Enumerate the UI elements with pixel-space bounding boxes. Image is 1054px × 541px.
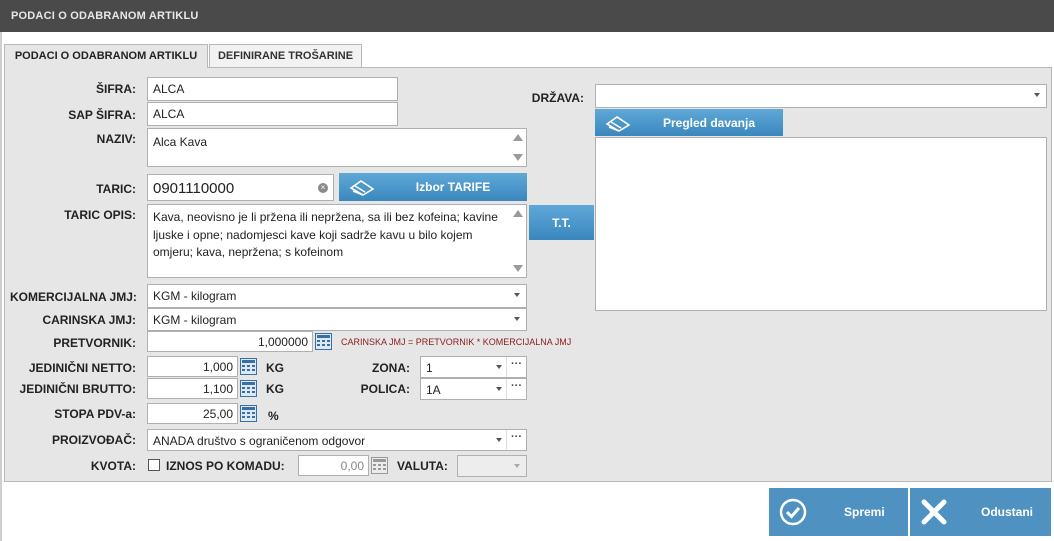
calculator-icon[interactable] <box>240 405 257 422</box>
chevron-down-icon[interactable] <box>514 293 520 297</box>
sap-sifra-label: SAP ŠIFRA: <box>68 108 136 122</box>
iznos-po-komadu-field[interactable]: 0,00 <box>298 455 369 476</box>
pregled-davanja-button[interactable]: Pregled davanja <box>595 109 783 136</box>
polica-select[interactable]: 1A ··· <box>420 378 527 400</box>
stopa-pdv-field[interactable]: 25,00 <box>147 403 238 424</box>
pdv-unit: % <box>268 409 279 423</box>
taric-field[interactable]: 0901110000 × <box>147 174 334 201</box>
zona-select[interactable]: 1 ··· <box>420 356 527 378</box>
proizvodac-more-button[interactable]: ··· <box>506 430 526 450</box>
valuta-label: VALUTA: <box>397 459 448 473</box>
taric-opis-label: TARIC OPIS: <box>64 208 136 222</box>
carinska-jmj-value: KGM - kilogram <box>153 313 237 327</box>
scroll-down-icon[interactable] <box>513 265 523 272</box>
naziv-value: Alca Kava <box>153 135 208 149</box>
close-icon <box>921 499 947 525</box>
netto-unit: KG <box>266 361 284 375</box>
chevron-down-icon[interactable] <box>514 317 520 321</box>
calculator-icon[interactable] <box>371 457 388 474</box>
calculator-icon[interactable] <box>240 358 257 375</box>
scroll-up-icon[interactable] <box>513 210 523 217</box>
valuta-select[interactable] <box>457 455 527 477</box>
proizvodac-label: PROIZVOĐAČ: <box>52 433 136 447</box>
jedinicni-brutto-label: JEDINIČNI BRUTTO: <box>19 382 136 396</box>
kvota-checkbox[interactable] <box>148 459 160 471</box>
carinska-jmj-label: CARINSKA JMJ: <box>42 313 136 327</box>
brutto-unit: KG <box>266 382 284 396</box>
left-edge <box>0 32 2 541</box>
save-button[interactable]: Spremi <box>769 488 908 536</box>
chevron-down-icon[interactable] <box>1034 93 1040 97</box>
cancel-label: Odustani <box>981 505 1034 519</box>
pretvornik-label: PRETVORNIK: <box>53 336 136 350</box>
tt-button[interactable]: T.T. <box>529 205 594 240</box>
proizvodac-value: ANADA društvo s ograničenom odgovor <box>153 434 366 448</box>
izbor-tarife-button[interactable]: Izbor TARIFE <box>339 173 527 201</box>
taric-opis-textarea[interactable]: Kava, neovisno je li pržena ili nepržena… <box>147 204 527 278</box>
pretvornik-formula-note: CARINSKA JMJ = PRETVORNIK * KOMERCIJALNA… <box>341 337 572 347</box>
jedinicni-netto-field[interactable]: 1,000 <box>147 356 238 377</box>
scroll-down-icon[interactable] <box>513 154 523 161</box>
taric-opis-scrollbar[interactable] <box>510 207 524 275</box>
chevron-down-icon[interactable] <box>496 387 502 391</box>
naziv-textarea[interactable]: Alca Kava <box>147 128 527 167</box>
taric-value: 0901110000 <box>153 180 235 197</box>
clear-icon[interactable]: × <box>318 183 328 193</box>
komercijalna-jmj-value: KGM - kilogram <box>153 289 237 303</box>
calculator-icon[interactable] <box>315 333 332 350</box>
izbor-tarife-label: Izbor TARIFE <box>415 180 491 194</box>
zona-more-button[interactable]: ··· <box>506 357 526 377</box>
chevron-down-icon[interactable] <box>496 438 502 442</box>
zona-label: ZONA: <box>372 361 410 375</box>
kvota-label: KVOTA: <box>90 459 136 473</box>
komercijalna-jmj-label: KOMERCIJALNA JMJ: <box>10 290 137 304</box>
carinska-jmj-select[interactable]: KGM - kilogram <box>147 308 527 331</box>
polica-more-button[interactable]: ··· <box>506 379 526 399</box>
naziv-scrollbar[interactable] <box>510 131 524 164</box>
chevron-down-icon[interactable] <box>496 365 502 369</box>
polica-value: 1A <box>426 383 441 397</box>
save-label: Spremi <box>844 505 885 519</box>
chevron-down-icon[interactable] <box>514 464 520 468</box>
scroll-up-icon[interactable] <box>513 134 523 141</box>
card-icon <box>605 116 631 132</box>
taric-opis-value: Kava, neovisno je li pržena ili nepržena… <box>153 210 498 259</box>
stopa-pdv-label: STOPA PDV-a: <box>54 407 136 421</box>
drzava-label: DRŽAVA: <box>531 91 584 105</box>
komercijalna-jmj-select[interactable]: KGM - kilogram <box>147 284 527 308</box>
jedinicni-netto-label: JEDINIČNI NETTO: <box>28 361 136 375</box>
naziv-label: NAZIV: <box>96 132 136 146</box>
proizvodac-select[interactable]: ANADA društvo s ograničenom odgovor ··· <box>147 429 527 451</box>
drzava-select[interactable] <box>595 84 1047 108</box>
check-circle-icon <box>779 498 807 526</box>
iznos-po-komadu-label: IZNOS PO KOMADU: <box>166 459 285 473</box>
window-title: PODACI O ODABRANOM ARTIKLU <box>0 0 1054 32</box>
pregled-davanja-list[interactable] <box>595 137 1047 311</box>
calculator-icon[interactable] <box>240 380 257 397</box>
pregled-davanja-label: Pregled davanja <box>662 116 756 130</box>
zona-value: 1 <box>426 361 433 375</box>
tab-podaci-artikla[interactable]: PODACI O ODABRANOM ARTIKLU <box>4 44 208 68</box>
polica-label: POLICA: <box>360 382 410 396</box>
taric-label: TARIC: <box>96 182 136 196</box>
tab-definirane-trosarine[interactable]: DEFINIRANE TROŠARINE <box>209 44 362 67</box>
sifra-field[interactable]: ALCA <box>147 77 398 101</box>
pretvornik-field[interactable]: 1,000000 <box>147 331 313 352</box>
sifra-label: ŠIFRA: <box>96 82 136 96</box>
sap-sifra-field[interactable]: ALCA <box>147 102 398 126</box>
cancel-button[interactable]: Odustani <box>910 488 1051 536</box>
card-icon <box>349 180 375 196</box>
jedinicni-brutto-field[interactable]: 1,100 <box>147 378 238 399</box>
